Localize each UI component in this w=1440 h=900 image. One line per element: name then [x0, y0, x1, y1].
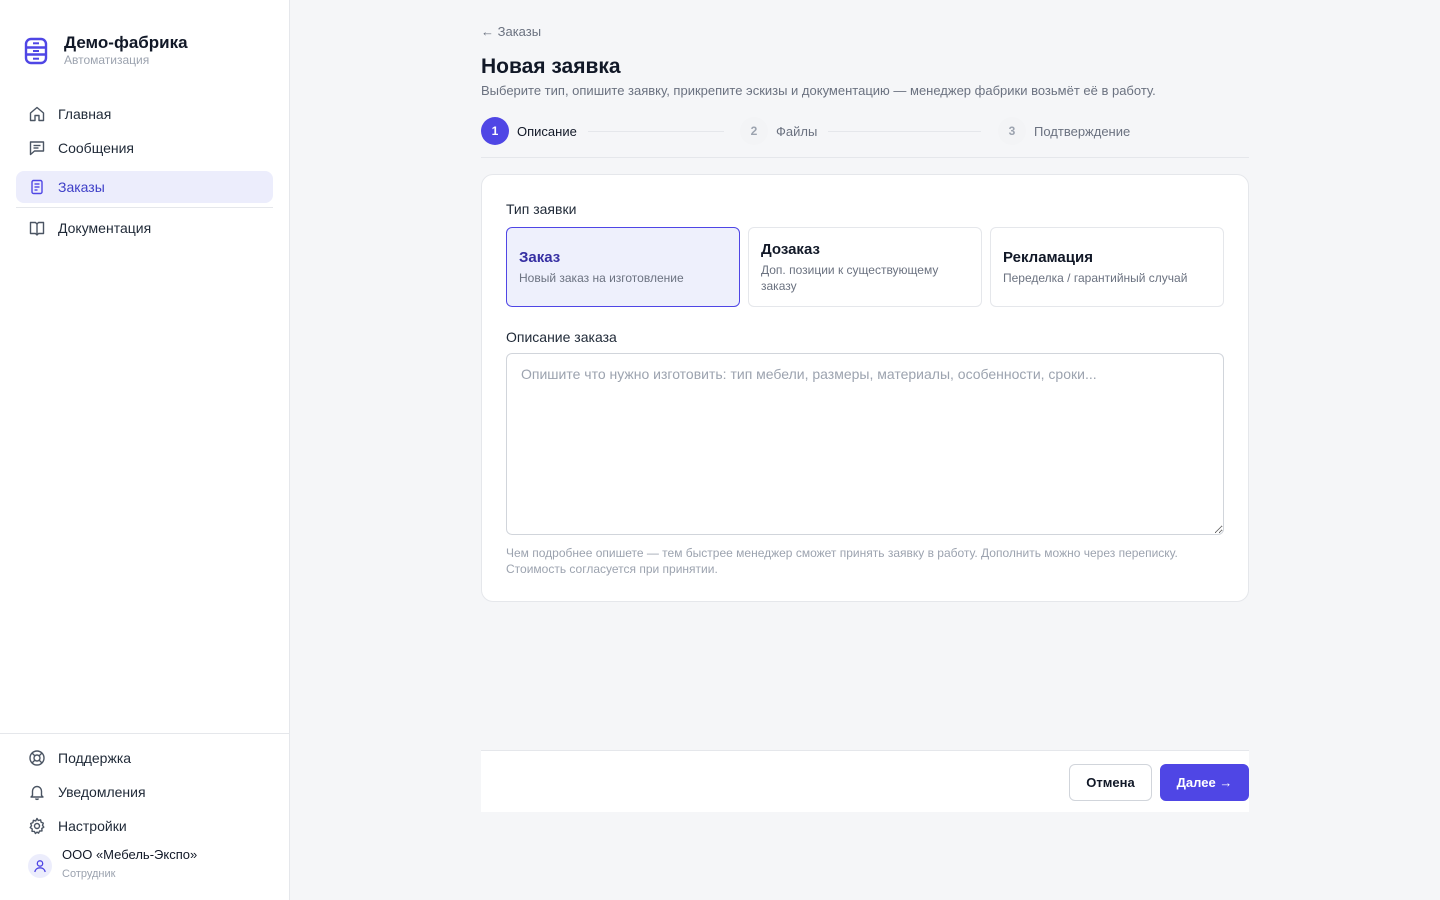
type-option-desc: Новый заказ на изготовление [519, 270, 684, 285]
user-icon [34, 860, 46, 873]
nav-item-orders[interactable]: Заказы [16, 171, 273, 203]
nav-item-messages[interactable]: Сообщения [16, 131, 273, 165]
step-confirmation[interactable]: 3 Подтверждение [998, 117, 1130, 145]
request-type-label: Тип заявки [506, 201, 577, 217]
brand[interactable]: Демо-фабрика Автоматизация [24, 33, 188, 67]
book-icon [28, 219, 46, 237]
avatar [28, 854, 52, 878]
next-button[interactable]: Далее → [1160, 764, 1249, 801]
gear-icon [28, 817, 46, 835]
request-form-card: Тип заявки Заказ Новый заказ на изготовл… [481, 174, 1249, 602]
sidebar-footer: Поддержка Уведомления Настройки ООО «Меб… [0, 733, 289, 885]
user-role: Сотрудник [62, 868, 116, 880]
user-name: ООО «Мебель-Экспо» [62, 847, 198, 862]
type-option-additional-order[interactable]: Дозаказ Доп. позиции к существующему зак… [748, 227, 982, 307]
brand-subtitle: Автоматизация [64, 53, 150, 67]
nav-divider [16, 207, 273, 208]
step-number: 1 [481, 117, 509, 145]
step-label: Описание [517, 123, 577, 139]
nav-item-label: Документация [58, 220, 152, 236]
document-icon [28, 178, 46, 196]
type-option-claim[interactable]: Рекламация Переделка / гарантийный случа… [990, 227, 1224, 307]
nav-item-settings[interactable]: Настройки [16, 809, 273, 843]
nav-item-label: Поддержка [58, 750, 132, 766]
bell-icon [28, 783, 46, 801]
description-textarea[interactable] [506, 353, 1224, 535]
request-type-options: Заказ Новый заказ на изготовление Дозака… [506, 227, 1224, 307]
type-option-desc: Переделка / гарантийный случай [1003, 270, 1188, 285]
nav-item-label: Настройки [58, 818, 127, 834]
nav-item-label: Главная [58, 106, 112, 122]
nav-item-label: Сообщения [58, 140, 134, 156]
cancel-button[interactable]: Отмена [1069, 764, 1152, 801]
step-number: 3 [998, 117, 1026, 145]
nav-item-notifications[interactable]: Уведомления [16, 775, 273, 809]
description-label: Описание заказа [506, 329, 617, 345]
user-profile[interactable]: ООО «Мебель-Экспо» Сотрудник [16, 847, 273, 885]
back-link[interactable]: ← Заказы [481, 24, 541, 39]
main-nav: Главная Сообщения Заказы Документация [16, 97, 273, 245]
home-icon [28, 105, 46, 123]
lifebuoy-icon [28, 749, 46, 767]
type-option-desc: Доп. позиции к существующему заказу [761, 262, 939, 293]
form-footer: Отмена Далее → [481, 750, 1249, 812]
page-title: Новая заявка [481, 55, 621, 78]
step-label: Файлы [776, 123, 818, 139]
nav-item-documentation[interactable]: Документация [16, 211, 273, 245]
sidebar: Демо-фабрика Автоматизация Главная Сообщ… [0, 0, 290, 900]
type-option-title: Заказ [519, 248, 561, 266]
step-files[interactable]: 2 Файлы [740, 117, 817, 145]
step-label: Подтверждение [1034, 123, 1131, 139]
brand-title: Демо-фабрика [64, 33, 188, 52]
nav-item-label: Уведомления [58, 784, 146, 800]
step-connector [828, 131, 981, 132]
step-number: 2 [740, 117, 768, 145]
message-icon [28, 139, 46, 157]
nav-item-label: Заказы [58, 179, 105, 195]
page-subtitle: Выберите тип, опишите заявку, прикрепите… [481, 83, 1156, 98]
brand-logo-icon [24, 37, 48, 65]
type-option-order[interactable]: Заказ Новый заказ на изготовление [506, 227, 740, 307]
type-option-title: Дозаказ [761, 240, 820, 258]
type-option-title: Рекламация [1003, 248, 1093, 266]
step-description[interactable]: 1 Описание [481, 117, 577, 145]
nav-item-home[interactable]: Главная [16, 97, 273, 131]
step-connector [588, 131, 724, 132]
nav-item-support[interactable]: Поддержка [16, 741, 273, 775]
description-hint: Чем подробнее опишете — тем быстрее мене… [506, 546, 1178, 576]
stepper: 1 Описание 2 Файлы 3 Подтверждение [481, 117, 1249, 158]
